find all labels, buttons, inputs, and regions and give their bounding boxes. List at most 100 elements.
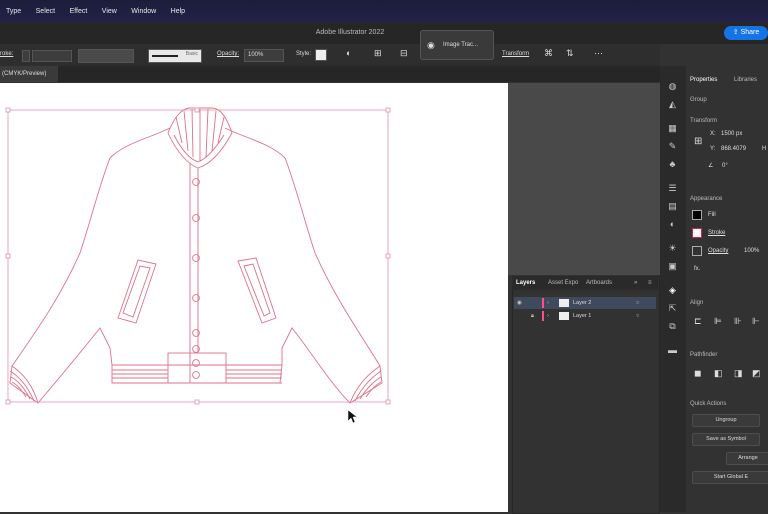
transform-header: Transform: [690, 118, 718, 124]
artboards-icon[interactable]: ⧉: [667, 322, 678, 331]
panel-menu-icon[interactable]: ≡: [648, 280, 652, 286]
share-button[interactable]: ⇪ Share: [724, 26, 768, 40]
appearance-header: Appearance: [690, 196, 723, 202]
fill-label[interactable]: Fill: [708, 212, 716, 218]
opacity-label[interactable]: Opacity: [708, 248, 728, 254]
menu-bar: Type Select Effect View Window Help: [0, 0, 768, 22]
opacity-label[interactable]: Opacity:: [217, 51, 239, 57]
properties-panel: Properties Libraries Group Transform ⊞ X…: [686, 66, 768, 512]
graphic-styles-icon[interactable]: ▣: [667, 262, 678, 271]
expand-chevron-icon[interactable]: ›: [547, 297, 549, 309]
target-circle-icon[interactable]: ○: [636, 310, 639, 322]
align-icon[interactable]: ⊞: [374, 48, 382, 59]
align-center-icon[interactable]: ⊪: [734, 316, 742, 327]
reference-point-icon[interactable]: ⊞: [694, 136, 702, 147]
arrange-button[interactable]: Arrange: [726, 452, 768, 465]
target-circle-icon[interactable]: ○: [636, 297, 639, 309]
style-label: Style:: [296, 51, 312, 57]
exclude-icon[interactable]: ◩: [752, 368, 761, 379]
fill-swatch[interactable]: [692, 210, 702, 220]
document-tab[interactable]: (CMYK/Preview): [0, 66, 58, 82]
y-field[interactable]: 868.4079: [721, 146, 746, 152]
app-title: Adobe Illustrator 2022: [315, 29, 385, 36]
jacket-artwork[interactable]: [0, 83, 508, 512]
brush-definition[interactable]: Basic: [148, 49, 202, 63]
brush-stroke-preview: [152, 55, 178, 57]
brushes-icon[interactable]: ✎: [667, 142, 678, 151]
tab-asset-export[interactable]: Asset Expo: [548, 280, 578, 286]
start-global-edit-button[interactable]: Start Global E: [692, 471, 768, 484]
appearance-icon[interactable]: ☀: [667, 244, 678, 253]
symbols-icon[interactable]: ♣: [667, 160, 678, 169]
rotate-field[interactable]: 0°: [722, 163, 728, 169]
stroke-label[interactable]: Stroke: [708, 230, 725, 236]
menu-help[interactable]: Help: [171, 8, 185, 15]
align-to-icon[interactable]: ⊏: [694, 316, 702, 327]
stroke-label[interactable]: roke:: [0, 51, 13, 57]
layer-name[interactable]: Layer 2: [573, 297, 591, 309]
quick-actions-header: Quick Actions: [690, 401, 727, 407]
transparency-icon[interactable]: ◐: [667, 220, 678, 229]
comments-icon[interactable]: ▬: [667, 346, 678, 355]
tab-layers[interactable]: Layers: [516, 280, 535, 286]
intersect-icon[interactable]: ◨: [734, 368, 743, 379]
stroke-weight-field[interactable]: [32, 50, 72, 62]
panel-collapse-icon[interactable]: »: [634, 280, 637, 286]
tab-properties[interactable]: Properties: [690, 77, 717, 83]
layer-row[interactable]: 🔒︎ › Layer 1 ○: [514, 310, 656, 322]
x-field[interactable]: 1500 px: [721, 131, 742, 137]
minus-front-icon[interactable]: ◧: [714, 368, 723, 379]
tab-artboards[interactable]: Artboards: [586, 280, 612, 286]
pathfinder-header: Pathfinder: [690, 352, 718, 358]
layer-name[interactable]: Layer 1: [573, 310, 591, 322]
menu-type[interactable]: Type: [6, 8, 21, 15]
menu-effect[interactable]: Effect: [70, 8, 88, 15]
unite-icon[interactable]: ◼: [694, 368, 701, 379]
fx-button[interactable]: fx.: [694, 266, 700, 272]
distribute-icon[interactable]: ⊟: [400, 48, 408, 59]
isolate-icon[interactable]: ⌘: [544, 48, 553, 59]
lock-icon[interactable]: 🔒︎: [531, 310, 534, 322]
align-header: Align: [690, 300, 704, 306]
swatches-icon[interactable]: ▦: [667, 124, 678, 133]
layer-thumbnail: [559, 312, 569, 320]
align-left-icon[interactable]: ⊫: [714, 316, 722, 327]
graphic-style-swatch[interactable]: [315, 49, 327, 61]
variable-width-profile[interactable]: [78, 49, 134, 63]
transform-link[interactable]: Transform: [502, 51, 529, 57]
menu-items: Type Select Effect View Window Help: [6, 0, 195, 23]
image-trace-button[interactable]: ◉ Image Trac...: [420, 30, 494, 60]
layer-color-marker: [542, 298, 544, 308]
layer-row[interactable]: ◉ › Layer 2 ○: [514, 297, 656, 309]
more-options-icon[interactable]: ⋯: [594, 48, 603, 59]
selection-type: Group: [690, 97, 707, 103]
menu-window[interactable]: Window: [131, 8, 156, 15]
visibility-eye-icon[interactable]: ◉: [517, 297, 522, 309]
pasteboard: [508, 83, 660, 275]
expand-chevron-icon[interactable]: ›: [547, 310, 549, 322]
save-as-symbol-button[interactable]: Save as Symbol: [692, 433, 760, 446]
opacity-field[interactable]: 100%: [744, 248, 759, 254]
stroke-swatch[interactable]: [692, 228, 702, 238]
properties-icon[interactable]: ◍: [667, 82, 678, 91]
menu-select[interactable]: Select: [36, 8, 55, 15]
stroke-panel-icon[interactable]: ☰: [667, 184, 678, 193]
image-trace-label: Image Trac...: [443, 42, 479, 48]
layers-icon[interactable]: ◈: [667, 286, 678, 295]
layers-panel-tabs: Layers Asset Expo Artboards » ≡: [512, 276, 658, 290]
cursor-icon: [347, 409, 358, 424]
arrange-icon[interactable]: ⇅: [566, 48, 574, 59]
stroke-stepper[interactable]: [22, 50, 30, 62]
share-icon: ⇪: [732, 29, 741, 36]
libraries-icon[interactable]: ◭: [667, 100, 678, 109]
tab-libraries[interactable]: Libraries: [734, 77, 757, 83]
opacity-value: 100%: [248, 52, 264, 58]
ungroup-button[interactable]: Ungroup: [692, 414, 760, 427]
opacity-field[interactable]: 100%: [244, 49, 284, 62]
recolor-icon[interactable]: ◐: [346, 48, 351, 58]
document-tab-bar: [0, 66, 660, 82]
menu-view[interactable]: View: [102, 8, 117, 15]
gradient-icon[interactable]: ▤: [667, 202, 678, 211]
align-right-icon[interactable]: ⊩: [752, 316, 760, 327]
asset-export-icon[interactable]: ⇱: [667, 304, 678, 313]
